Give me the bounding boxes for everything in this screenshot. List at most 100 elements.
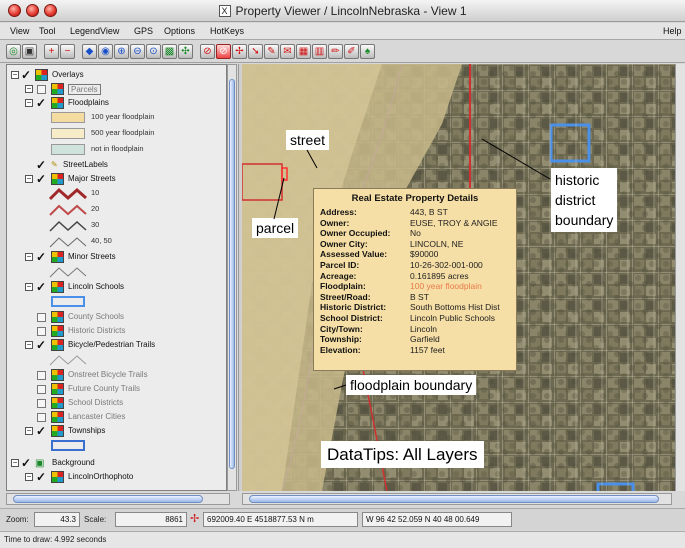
layer-major-streets[interactable]: − ✓ Major Streets: [7, 173, 226, 187]
x11-icon: X: [218, 5, 231, 17]
checkmark-icon[interactable]: ✓: [36, 251, 46, 263]
checkmark-icon[interactable]: ✓: [36, 173, 46, 185]
menu-hotkeys[interactable]: HotKeys: [210, 26, 244, 36]
visibility-checkbox[interactable]: [37, 413, 46, 422]
checkmark-icon[interactable]: ✓: [21, 69, 31, 81]
zoom-in-icon[interactable]: ⊕: [114, 44, 129, 59]
checkmark-icon[interactable]: ✓: [36, 425, 46, 437]
pan-icon[interactable]: ◆: [82, 44, 97, 59]
layer-lancaster-cities[interactable]: Lancaster Cities: [7, 411, 226, 425]
layer-future-trails[interactable]: Future County Trails: [7, 383, 226, 397]
full-extent-icon[interactable]: ▩: [162, 44, 177, 59]
collapse-icon[interactable]: −: [25, 253, 33, 261]
menu-view[interactable]: View: [10, 26, 29, 36]
legend-item: not in floodplain: [7, 143, 226, 157]
menu-tool[interactable]: Tool: [39, 26, 56, 36]
datatip-key: Assessed Value:: [320, 249, 388, 260]
scroll-thumb[interactable]: [229, 79, 235, 469]
legend-item: 500 year floodplain: [7, 127, 226, 141]
menu-help[interactable]: Help: [663, 26, 682, 36]
layer-county-schools[interactable]: County Schools: [7, 311, 226, 325]
layer-historic-districts[interactable]: Historic Districts: [7, 325, 226, 339]
datatip-key: Owner City:: [320, 238, 368, 249]
collapse-icon[interactable]: −: [25, 341, 33, 349]
legend-item: 40, 50: [7, 235, 226, 249]
layer-townships[interactable]: − ✓ Townships: [7, 425, 226, 439]
menu-options[interactable]: Options: [164, 26, 195, 36]
map-vertical-scrollbar[interactable]: [675, 64, 685, 491]
checkmark-icon[interactable]: ✓: [36, 471, 46, 483]
scroll-thumb[interactable]: [13, 495, 203, 503]
street-line-swatch: [49, 204, 87, 216]
layout-tool-icon[interactable]: ▣: [22, 44, 37, 59]
collapse-icon[interactable]: −: [25, 473, 33, 481]
select-arrow-icon[interactable]: ➘: [248, 44, 263, 59]
collapse-icon[interactable]: −: [25, 283, 33, 291]
pencil-icon[interactable]: ✏: [328, 44, 343, 59]
layer-minor-streets[interactable]: − ✓ Minor Streets: [7, 251, 226, 265]
map-horizontal-scrollbar[interactable]: [242, 493, 672, 505]
checkmark-icon[interactable]: ✓: [36, 281, 46, 293]
visibility-checkbox[interactable]: [37, 313, 46, 322]
checkmark-icon[interactable]: ✓: [21, 457, 31, 469]
collapse-icon[interactable]: −: [25, 85, 33, 93]
scroll-thumb[interactable]: [249, 495, 659, 503]
layer-background[interactable]: − ✓ ▣ Background: [7, 457, 226, 471]
datatip-tool-icon[interactable]: ⊘: [216, 44, 231, 59]
checkmark-icon[interactable]: ✓: [36, 339, 46, 351]
datatip-key: Floodplain:: [320, 281, 366, 292]
layer-lincoln-schools[interactable]: − ✓ Lincoln Schools: [7, 281, 226, 295]
collapse-icon[interactable]: −: [25, 175, 33, 183]
label-icon[interactable]: ✉: [280, 44, 295, 59]
layers-vertical-scrollbar[interactable]: [227, 64, 237, 491]
collapse-icon[interactable]: −: [25, 427, 33, 435]
background-group-icon: ▣: [35, 458, 45, 469]
layer-floodplains[interactable]: − ✓ Floodplains: [7, 97, 226, 111]
add-layer-icon[interactable]: +: [44, 44, 59, 59]
layer-onstreet-trails[interactable]: Onstreet Bicycle Trails: [7, 369, 226, 383]
binoculars-icon[interactable]: ♠: [360, 44, 375, 59]
visibility-checkbox[interactable]: [37, 385, 46, 394]
query-icon[interactable]: ⊘: [200, 44, 215, 59]
visibility-checkbox[interactable]: [37, 85, 46, 94]
collapse-icon[interactable]: −: [25, 99, 33, 107]
visibility-checkbox[interactable]: [37, 327, 46, 336]
layers-horizontal-scrollbar[interactable]: [6, 493, 230, 505]
menu-gps[interactable]: GPS: [134, 26, 153, 36]
layer-bike-trails[interactable]: − ✓ Bicycle/Pedestrian Trails: [7, 339, 226, 353]
move-icon[interactable]: ✣: [178, 44, 193, 59]
datatip-row: Assessed Value: $90000: [320, 249, 510, 260]
measure-icon[interactable]: ✢: [232, 44, 247, 59]
checkmark-icon[interactable]: ✓: [36, 97, 46, 109]
layer-orthophoto[interactable]: − ✓ LincolnOrthophoto: [7, 471, 226, 485]
globe-icon[interactable]: ◉: [98, 44, 113, 59]
layer-tool-icon[interactable]: ◎: [6, 44, 21, 59]
layer-street-labels[interactable]: ✓ ✎ StreetLabels: [7, 159, 226, 173]
collapse-icon[interactable]: −: [11, 71, 19, 79]
scale-field[interactable]: 8861: [115, 512, 187, 527]
visibility-checkbox[interactable]: [37, 371, 46, 380]
datatip-row: Elevation: 1157 feet: [320, 345, 510, 356]
eraser-icon[interactable]: ✐: [344, 44, 359, 59]
gps-icon[interactable]: ✢: [190, 512, 199, 525]
checkmark-icon[interactable]: ✓: [36, 159, 46, 171]
zoom-box-icon[interactable]: ⊙: [146, 44, 161, 59]
zoom-field[interactable]: 43.3: [34, 512, 80, 527]
datatip-key: Historic District:: [320, 302, 387, 313]
remove-layer-icon[interactable]: −: [60, 44, 75, 59]
street-line-swatch: [49, 187, 87, 201]
callout-historic-district: historic district boundary: [551, 168, 618, 232]
menu-legendview[interactable]: LegendView: [70, 26, 119, 36]
coordinates-field: 692009.40 E 4518877.53 N m: [203, 512, 358, 527]
chart-icon[interactable]: ▥: [312, 44, 327, 59]
layer-overlays[interactable]: − ✓ Overlays: [7, 69, 226, 83]
collapse-icon[interactable]: −: [11, 459, 19, 467]
zoom-out-icon[interactable]: ⊖: [130, 44, 145, 59]
layer-parcels[interactable]: − Parcels: [7, 83, 226, 97]
layer-school-districts[interactable]: School Districts: [7, 397, 226, 411]
draw-line-icon[interactable]: ✎: [264, 44, 279, 59]
identify-icon[interactable]: ▦: [296, 44, 311, 59]
visibility-checkbox[interactable]: [37, 399, 46, 408]
layer-icon: [51, 369, 64, 381]
legend-item: 100 year floodplain: [7, 111, 226, 125]
